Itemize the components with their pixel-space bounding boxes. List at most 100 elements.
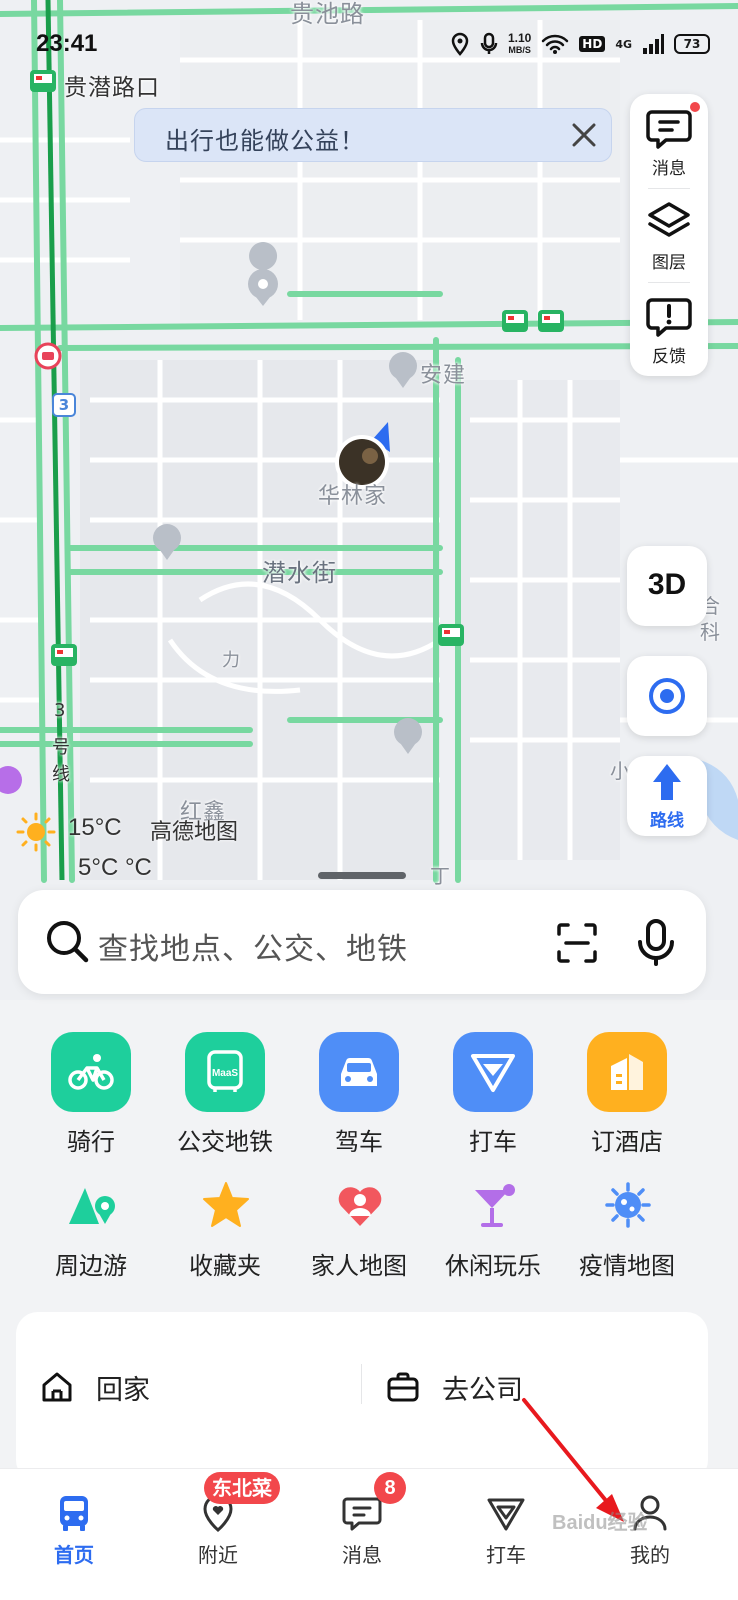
feedback-tool-button[interactable]: 反馈	[630, 282, 708, 376]
network-speed-value: 1.10	[507, 31, 532, 45]
taxi-tab-icon	[487, 1498, 525, 1531]
location-status-icon	[451, 32, 469, 56]
star-icon	[203, 1182, 249, 1227]
voice-icon[interactable]	[636, 918, 676, 966]
nearby-badge: 东北菜	[204, 1472, 280, 1504]
message-tool-button[interactable]: 消息	[630, 94, 708, 188]
shortcut-favorites[interactable]: 收藏夹	[158, 1180, 292, 1290]
metro-line-badge: 3	[52, 393, 76, 417]
feedback-tool-label: 反馈	[652, 347, 686, 367]
bus-icon: MaaS	[185, 1032, 265, 1112]
shortcut-label: 家人地图	[311, 1252, 407, 1280]
search-icon	[47, 921, 89, 963]
heart-person-icon	[338, 1187, 382, 1226]
mic-status-icon	[480, 32, 498, 54]
messages-badge: 8	[374, 1472, 406, 1504]
weather-temp-high: 15°C	[68, 814, 122, 841]
search-bar[interactable]: 查找地点、公交、地铁	[18, 890, 706, 994]
wifi-icon	[542, 34, 569, 54]
map-tool-panel: 消息 图层 反馈	[630, 94, 708, 376]
sun-icon	[16, 812, 56, 852]
mountain-pin-icon	[69, 1188, 115, 1224]
layers-tool-label: 图层	[652, 253, 686, 273]
shortcut-cycling[interactable]: 骑行	[24, 1032, 158, 1172]
route-arrow-icon	[653, 764, 681, 800]
tab-taxi[interactable]: 打车	[456, 1483, 556, 1593]
bike-icon	[51, 1032, 131, 1112]
network-speed-unit: MB/S	[508, 45, 531, 55]
status-time: 23:41	[36, 30, 98, 57]
message-tool-label: 消息	[652, 159, 686, 179]
tab-home[interactable]: 首页	[24, 1483, 124, 1593]
tab-label: 附近	[198, 1543, 238, 1567]
locate-icon	[649, 678, 685, 714]
promo-banner[interactable]: 出行也能做公益！	[134, 108, 612, 162]
route-button[interactable]: 路线	[627, 756, 707, 836]
tab-label: 消息	[342, 1543, 382, 1567]
shortcut-label: 骑行	[67, 1128, 115, 1156]
layers-tool-button[interactable]: 图层	[630, 188, 708, 282]
shortcut-label: 驾车	[335, 1128, 383, 1156]
shortcut-leisure[interactable]: 休闲玩乐	[426, 1180, 560, 1290]
sheet-drag-handle[interactable]	[318, 872, 406, 879]
map-poi-label: 安建	[420, 363, 467, 388]
shortcut-label: 订酒店	[591, 1128, 663, 1156]
shortcut-label: 打车	[469, 1128, 517, 1156]
layers-icon	[648, 202, 690, 237]
scan-icon[interactable]	[556, 922, 598, 964]
map-poi-label: 科	[700, 620, 721, 644]
hd-badge: HD	[579, 36, 606, 52]
go-to-work-label: 去公司	[442, 1375, 523, 1406]
3d-view-label: 3D	[647, 568, 687, 601]
battery-indicator: 73	[674, 34, 710, 54]
status-bar: 23:41 1.10 MB/S HD 4G 73	[0, 0, 738, 80]
network-type: 4G	[615, 37, 632, 51]
tab-label: 打车	[486, 1543, 526, 1567]
promo-banner-text: 出行也能做公益！	[165, 127, 365, 155]
shortcut-transit[interactable]: MaaS 公交地铁	[158, 1032, 292, 1172]
tab-profile[interactable]: 我的	[600, 1483, 700, 1593]
metro-line-label: 号	[52, 737, 71, 758]
shortcut-nearby-tour[interactable]: 周边游	[24, 1180, 158, 1290]
shortcut-family-map[interactable]: 家人地图	[292, 1180, 426, 1290]
metro-line-label: 3	[54, 700, 67, 721]
go-home-label: 回家	[96, 1375, 150, 1406]
shortcut-drive[interactable]: 驾车	[292, 1032, 426, 1172]
feedback-icon	[646, 298, 692, 337]
shortcut-hotel[interactable]: 订酒店	[560, 1032, 694, 1172]
cocktail-icon	[475, 1184, 515, 1227]
map-street-label: 潜水街	[262, 559, 337, 587]
chat-icon	[342, 1497, 382, 1531]
watermark: Baidu经验	[552, 1512, 648, 1534]
shortcut-label: 收藏夹	[189, 1252, 261, 1280]
virus-icon	[605, 1182, 651, 1228]
weather-temp-low: 5°C °C	[78, 854, 152, 881]
locate-me-button[interactable]	[627, 656, 707, 736]
map-poi-label: 力	[222, 650, 241, 671]
route-label: 路线	[650, 811, 684, 831]
unread-dot	[690, 102, 700, 112]
shortcut-label: 周边游	[55, 1252, 127, 1280]
bus-tab-icon	[60, 1496, 88, 1531]
shortcut-label: 休闲玩乐	[445, 1252, 541, 1280]
search-input[interactable]: 查找地点、公交、地铁	[98, 924, 408, 968]
metro-line-label: 线	[52, 764, 71, 785]
shortcut-taxi[interactable]: 打车	[426, 1032, 560, 1172]
tab-label: 首页	[54, 1543, 94, 1567]
car-icon	[319, 1032, 399, 1112]
commute-card: 回家 去公司	[16, 1312, 708, 1482]
close-icon[interactable]	[567, 118, 601, 152]
network-speed: 1.10 MB/S	[508, 32, 531, 56]
3d-view-button[interactable]: 3D	[627, 546, 707, 626]
tab-label: 我的	[630, 1543, 670, 1567]
taxi-icon	[453, 1032, 533, 1112]
home-icon	[42, 1372, 72, 1402]
hotel-icon	[587, 1032, 667, 1112]
map-brand-label: 高德地图	[150, 820, 239, 845]
shortcut-epidemic-map[interactable]: 疫情地图	[560, 1180, 694, 1290]
message-icon	[646, 110, 692, 149]
status-icons: 1.10 MB/S HD 4G 73	[450, 32, 710, 56]
shortcut-label: 公交地铁	[177, 1128, 273, 1156]
briefcase-icon	[387, 1372, 419, 1402]
map-community-label: 华林家	[318, 484, 388, 509]
